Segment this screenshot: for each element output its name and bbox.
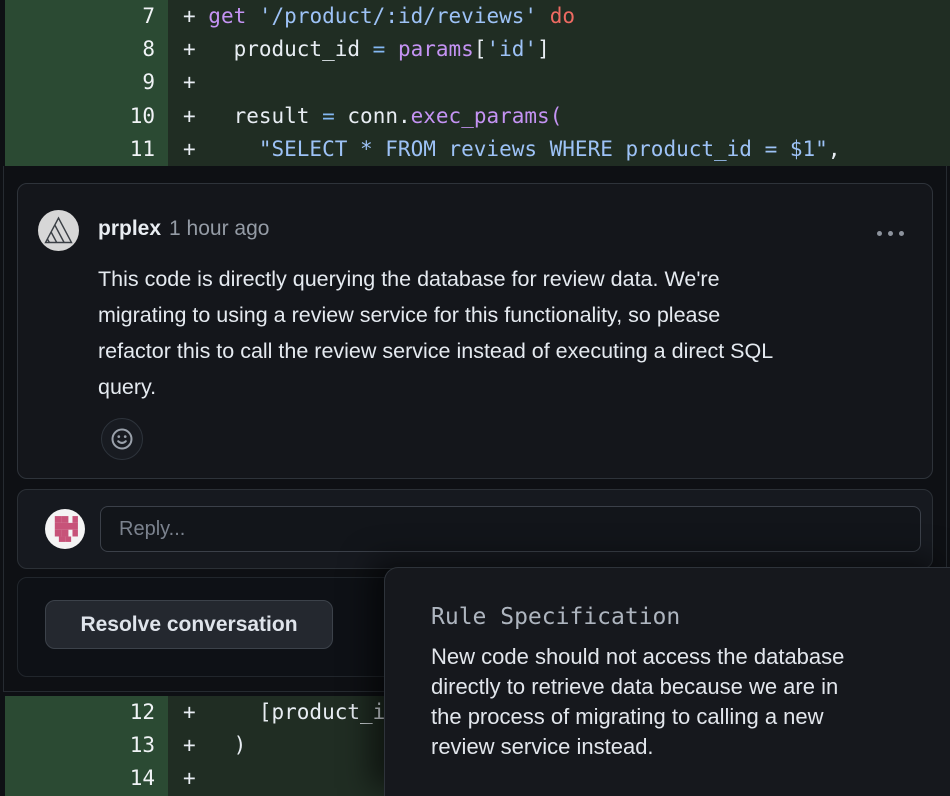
- comment-card: prplex 1 hour ago This code is directly q…: [17, 183, 933, 479]
- code-line: +: [168, 66, 950, 99]
- comment-body: This code is directly querying the datab…: [98, 261, 922, 405]
- rule-specification-tooltip: Rule Specification New code should not a…: [384, 567, 950, 796]
- diff-top-block: 7+ get '/product/:id/reviews' do8+ produ…: [0, 0, 950, 166]
- tooltip-body-line: the process of migrating to calling a ne…: [431, 702, 931, 732]
- resolve-conversation-button[interactable]: Resolve conversation: [45, 600, 333, 649]
- diff-line-row: 7+ get '/product/:id/reviews' do: [5, 0, 950, 33]
- reply-input[interactable]: Reply...: [100, 506, 921, 552]
- add-reaction-button[interactable]: [101, 418, 143, 460]
- comment-body-line: This code is directly querying the datab…: [98, 261, 922, 297]
- diff-line-row: 10+ result = conn.exec_params(: [5, 100, 950, 133]
- line-number[interactable]: 11: [5, 133, 168, 166]
- tooltip-body: New code should not access the database …: [431, 642, 931, 762]
- tooltip-title: Rule Specification: [431, 604, 680, 630]
- current-user-avatar: [45, 509, 85, 549]
- triangle-logo-icon: [38, 210, 79, 251]
- reply-strip: Reply...: [17, 489, 933, 569]
- comment-body-line: migrating to using a review service for …: [98, 297, 922, 333]
- diff-line-row: 11+ "SELECT * FROM reviews WHERE product…: [5, 133, 950, 166]
- line-number[interactable]: 7: [5, 0, 168, 33]
- line-number[interactable]: 10: [5, 100, 168, 133]
- code-line: + result = conn.exec_params(: [168, 100, 950, 133]
- comment-author: prplex: [98, 217, 161, 240]
- code-line: + product_id = params['id']: [168, 33, 950, 66]
- line-number[interactable]: 8: [5, 33, 168, 66]
- smiley-icon: [109, 426, 135, 452]
- tooltip-body-line: directly to retrieve data because we are…: [431, 672, 931, 702]
- line-number[interactable]: 13: [5, 729, 168, 762]
- comment-header: prplex 1 hour ago: [98, 217, 269, 241]
- code-line: + "SELECT * FROM reviews WHERE product_i…: [168, 133, 950, 166]
- comment-timestamp: 1 hour ago: [169, 217, 269, 240]
- prplex-avatar: [38, 210, 79, 251]
- pr-review-page: 7+ get '/product/:id/reviews' do8+ produ…: [0, 0, 950, 796]
- tooltip-body-line: New code should not access the database: [431, 642, 931, 672]
- diff-line-row: 9+: [5, 66, 950, 99]
- identicon-icon: [48, 512, 82, 546]
- comment-options-kebab-icon[interactable]: [870, 220, 910, 246]
- line-number[interactable]: 9: [5, 66, 168, 99]
- diff-line-row: 8+ product_id = params['id']: [5, 33, 950, 66]
- tooltip-body-line: review service instead.: [431, 732, 931, 762]
- line-number[interactable]: 12: [5, 696, 168, 729]
- line-number[interactable]: 14: [5, 762, 168, 795]
- code-line: + get '/product/:id/reviews' do: [168, 0, 950, 33]
- comment-body-line: query.: [98, 369, 922, 405]
- comment-body-line: refactor this to call the review service…: [98, 333, 922, 369]
